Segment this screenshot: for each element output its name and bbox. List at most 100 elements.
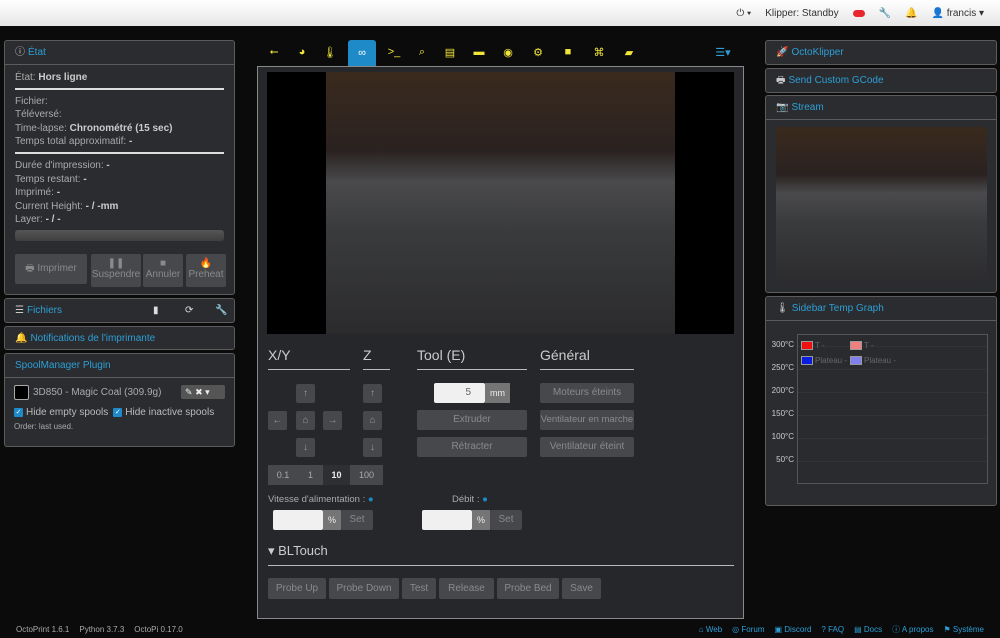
refresh-icon[interactable]: ⟳ <box>185 299 193 323</box>
legend-item: Plateau - <box>850 356 896 365</box>
retract-button[interactable]: Rétracter <box>417 437 527 457</box>
tab-clipboard-icon[interactable]: ▤ <box>440 46 460 59</box>
link-docs[interactable]: ▤ Docs <box>854 625 882 634</box>
tab-terminal-icon[interactable]: >_ <box>384 46 404 58</box>
grid-line <box>798 461 987 462</box>
y-tick-label: 100°C <box>771 432 794 441</box>
remaining-value: - <box>83 173 87 185</box>
feedrate-set-button[interactable]: Set <box>341 510 373 530</box>
link-about[interactable]: ⓘ A propos <box>892 624 933 635</box>
release-button[interactable]: Release <box>439 578 494 599</box>
bell-icon[interactable]: 🔔 <box>905 8 917 19</box>
wrench-icon[interactable]: 🔧 <box>215 299 227 323</box>
flow-set-button[interactable]: Set <box>490 510 522 530</box>
legend-label: Plateau - <box>815 356 848 365</box>
link-system[interactable]: ⚑ Système <box>943 625 984 634</box>
tab-note-icon[interactable]: ▰ <box>619 46 639 59</box>
edit-icon[interactable]: ✎ <box>185 387 193 397</box>
pause-label: Suspendre <box>91 269 141 280</box>
info-icon[interactable]: ● <box>368 494 374 505</box>
tab-bezier-icon[interactable]: ⌘ <box>589 46 609 59</box>
link-label: Web <box>705 624 723 634</box>
tab-bed-icon[interactable]: ▬ <box>469 46 489 58</box>
temp-graph-panel: 🌡 Sidebar Temp Graph 300°C 250°C 200°C 150°C… <box>765 296 997 506</box>
probe-bed-button[interactable]: Probe Bed <box>497 578 559 599</box>
tab-gauge-icon[interactable]: ◕ <box>292 46 312 58</box>
z-plus-button[interactable]: ↑ <box>363 384 382 403</box>
link-forum[interactable]: ◎ Forum <box>732 625 764 634</box>
feedrate-input[interactable] <box>273 510 323 530</box>
user-menu[interactable]: 👤 francis ▾ <box>932 8 985 19</box>
tab-connection-usb-icon[interactable]: ⭠ <box>264 46 284 59</box>
y-minus-button[interactable]: ↓ <box>296 438 315 457</box>
link-faq[interactable]: ? FAQ <box>821 625 844 634</box>
tab-cogs-icon[interactable]: ⚙ <box>528 46 548 59</box>
files-header[interactable]: ☰ Fichiers ▮ ⟳ 🔧 <box>5 299 234 323</box>
test-button[interactable]: Test <box>402 578 436 599</box>
y-tick-label: 150°C <box>771 409 794 418</box>
state-header[interactable]: ⓘ État <box>5 41 234 65</box>
tab-search-icon[interactable]: ⌕ <box>412 46 432 59</box>
fan-on-button[interactable]: Ventilateur en marche <box>540 410 634 430</box>
step-0.1[interactable]: 0.1 <box>268 465 298 485</box>
layer-value: - / - <box>45 214 61 226</box>
power-icon[interactable]: ⏻ ▾ <box>736 8 751 19</box>
stream-header[interactable]: 📷 Stream <box>766 96 996 120</box>
pause-button[interactable]: ❚❚ Suspendre <box>91 254 141 287</box>
spool-actions[interactable]: ✎ ✖ ▾ <box>181 385 225 399</box>
hide-empty-checkbox[interactable]: ✓ <box>14 408 23 417</box>
preheat-label: Preheat <box>188 269 224 280</box>
cancel-button[interactable]: ■ Annuler <box>143 254 183 287</box>
sd-card-icon[interactable]: ▮ <box>153 299 159 323</box>
tabs-menu-icon[interactable]: ☰▾ <box>713 46 733 59</box>
probe-up-button[interactable]: Probe Up <box>268 578 326 599</box>
notifications-header[interactable]: 🔔 Notifications de l'imprimante <box>5 327 234 351</box>
gcode-header[interactable]: 🖶 Send Custom GCode <box>766 69 996 93</box>
notifications-panel: 🔔 Notifications de l'imprimante <box>4 326 235 350</box>
stop-icon: ■ <box>159 258 167 269</box>
z-minus-button[interactable]: ↓ <box>363 438 382 457</box>
flow-input[interactable] <box>422 510 472 530</box>
bltouch-heading[interactable]: ▾ BLTouch <box>268 543 734 566</box>
remaining-label: Temps restant: <box>15 173 81 185</box>
username: francis <box>946 7 977 19</box>
chevron-down-icon[interactable]: ▾ <box>205 387 210 397</box>
x-minus-button[interactable]: ← <box>268 411 287 430</box>
tab-palette-icon[interactable]: ◉ <box>498 46 518 59</box>
toggle-icon[interactable] <box>852 9 865 17</box>
step-1[interactable]: 1 <box>298 465 323 485</box>
fan-off-button[interactable]: Ventilateur éteint <box>540 437 634 457</box>
info-icon[interactable]: ● <box>482 494 488 505</box>
tab-video-icon[interactable]: ■ <box>558 46 578 58</box>
link-discord[interactable]: ▣ Discord <box>775 625 812 634</box>
spool-name: 3D850 - Magic Coal (309.9g) <box>33 387 162 398</box>
preheat-button[interactable]: 🔥 Preheat <box>186 254 226 287</box>
close-icon[interactable]: ✖ <box>195 387 203 397</box>
z-heading: Z <box>363 347 390 370</box>
tab-control-link-icon[interactable]: ∞ <box>348 40 376 66</box>
step-100[interactable]: 100 <box>350 465 383 485</box>
link-web[interactable]: ⌂ Web <box>699 625 722 634</box>
tab-thermometer-icon[interactable]: 🌡 <box>320 46 340 59</box>
save-button[interactable]: Save <box>562 578 601 599</box>
temp-graph-header[interactable]: 🌡 Sidebar Temp Graph <box>766 297 996 321</box>
xy-home-button[interactable]: ⌂ <box>296 411 315 430</box>
motors-off-button[interactable]: Moteurs éteints <box>540 383 634 403</box>
legend-swatch <box>801 356 813 365</box>
feedrate-label: Vitesse d'alimentation : <box>268 494 366 505</box>
extrude-button[interactable]: Extruder <box>417 410 527 430</box>
print-button[interactable]: 🖶 Imprimer <box>15 254 87 284</box>
hide-inactive-checkbox[interactable]: ✓ <box>113 408 123 417</box>
x-plus-button[interactable]: → <box>323 411 342 430</box>
wrench-icon[interactable]: 🔧 <box>879 8 891 19</box>
step-10[interactable]: 10 <box>323 465 350 485</box>
extrude-amount-input[interactable]: 5 <box>434 383 485 403</box>
spoolmanager-header[interactable]: SpoolManager Plugin <box>5 354 234 378</box>
file-label: Fichier: <box>15 95 48 107</box>
y-plus-button[interactable]: ↑ <box>296 384 315 403</box>
probe-down-button[interactable]: Probe Down <box>329 578 399 599</box>
cancel-label: Annuler <box>145 269 181 280</box>
pause-icon: ❚❚ <box>107 258 125 269</box>
octoklipper-header[interactable]: 🚀 OctoKlipper <box>766 41 996 65</box>
z-home-button[interactable]: ⌂ <box>363 411 382 430</box>
